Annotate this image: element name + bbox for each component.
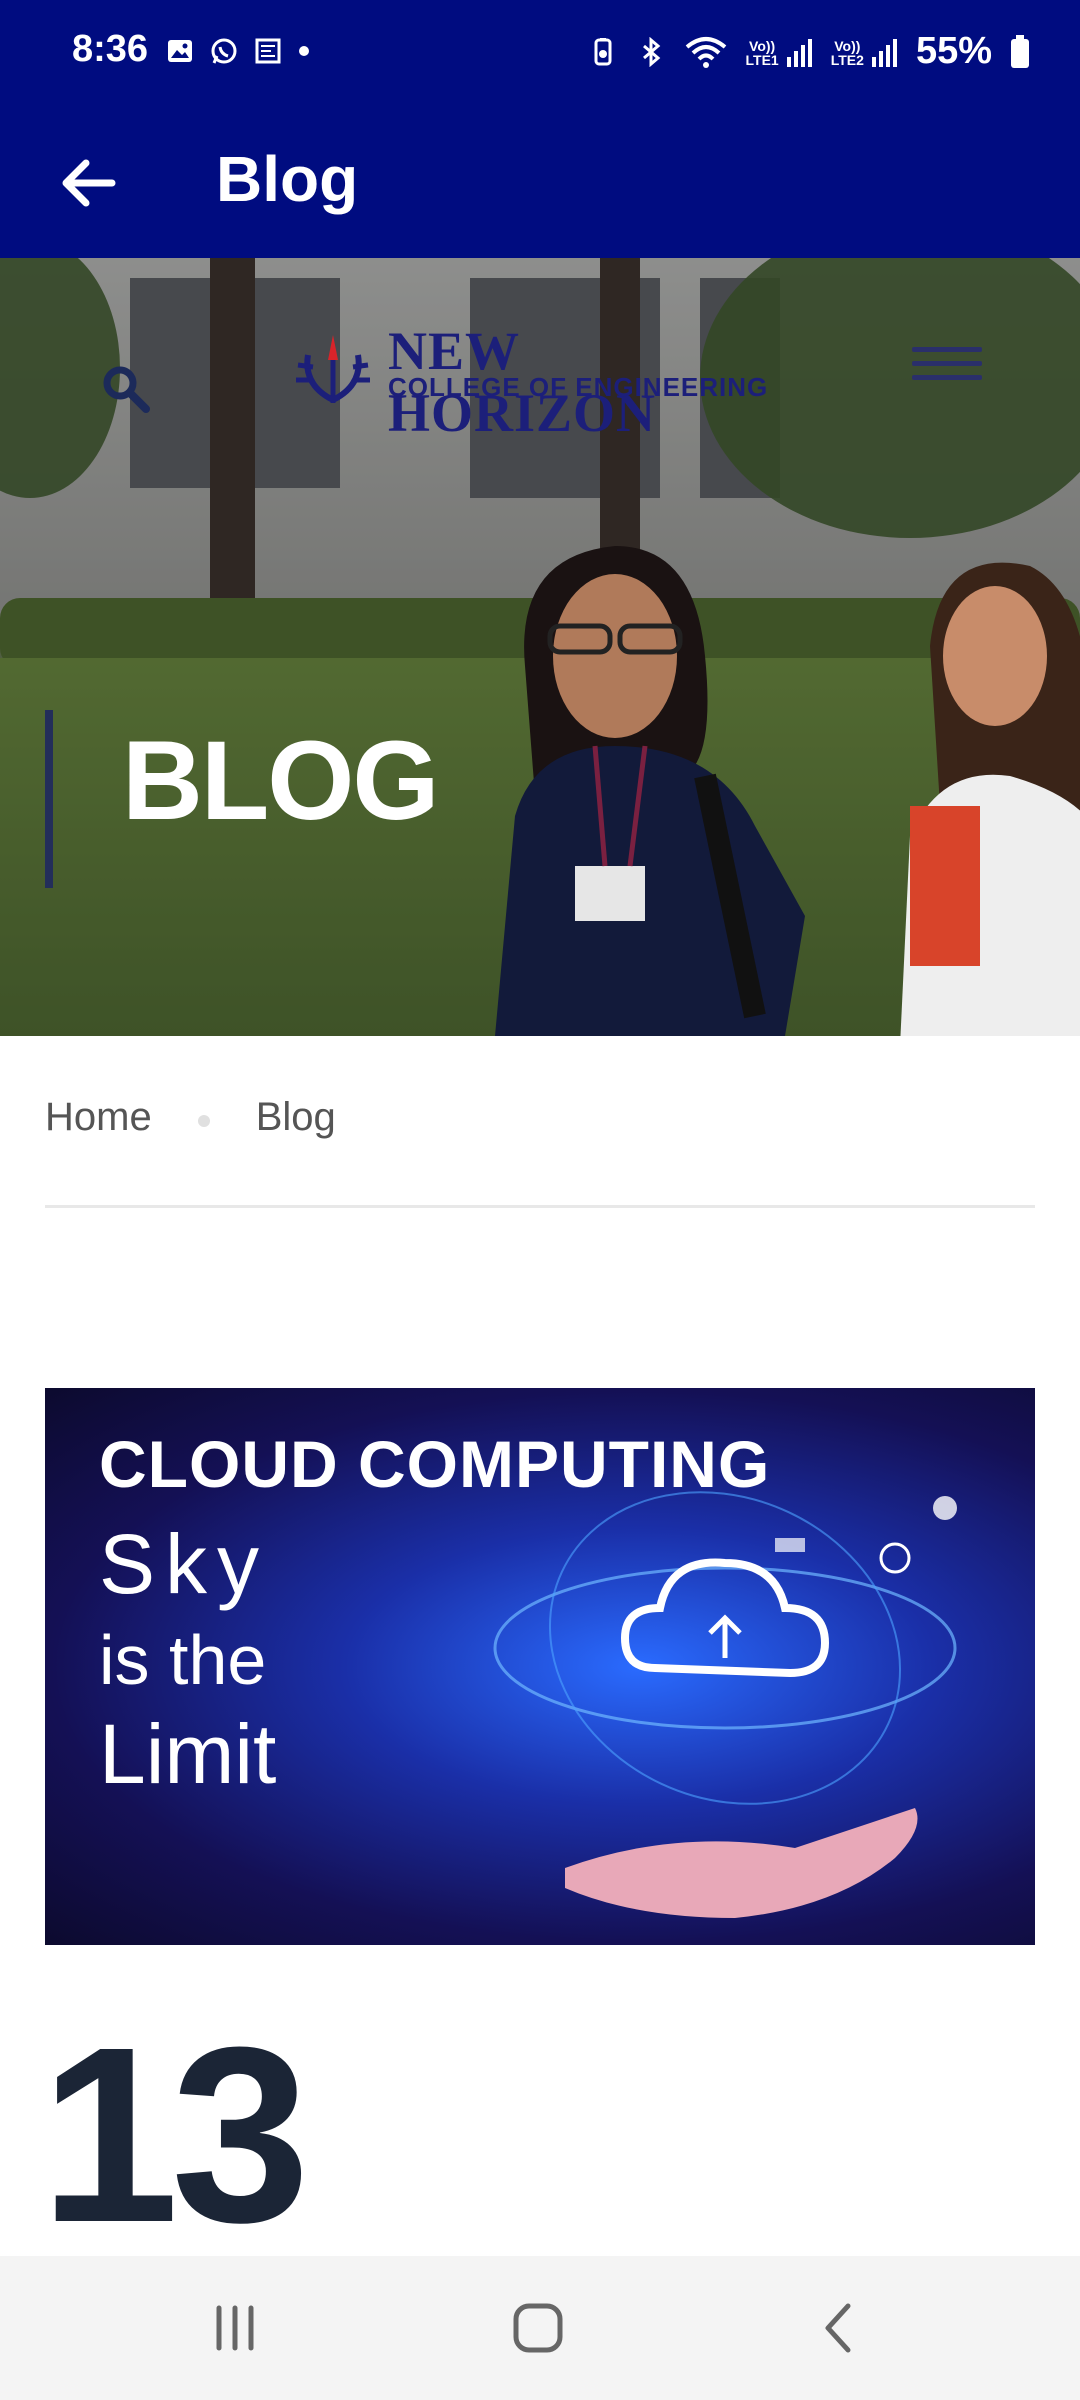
volte-label: Vo))	[749, 37, 776, 54]
app-notification-icon	[255, 38, 281, 64]
student-illustration	[495, 546, 805, 1036]
wifi-icon	[685, 36, 726, 68]
logo-subtitle: COLLEGE OF ENGINEERING	[388, 372, 769, 402]
divider	[45, 1205, 1035, 1208]
heading-accent-bar	[45, 710, 53, 888]
post-image-line-2: is the	[99, 1621, 267, 1699]
post-date-day: 13	[40, 1995, 310, 2274]
arrow-left-icon[interactable]	[52, 148, 122, 218]
system-icons: Vo)) LTE1 Vo)) LTE2 55%	[588, 30, 1030, 73]
status-bar: 8:36 Vo)) LTE1 Vo)) LTE2 55%	[0, 0, 1080, 110]
breadcrumb-separator	[197, 1114, 210, 1127]
gallery-icon	[168, 40, 192, 62]
post-image-title: CLOUD COMPUTING	[99, 1427, 771, 1501]
signal-sim1: Vo)) LTE1	[746, 37, 813, 67]
battery-percent: 55%	[915, 30, 992, 72]
recents-icon[interactable]	[205, 2298, 265, 2358]
bluetooth-icon	[642, 36, 660, 67]
post-featured-image[interactable]: CLOUD COMPUTING Sky is the Limit	[45, 1388, 1035, 1945]
back-icon[interactable]	[810, 2298, 870, 2358]
dot-icon	[299, 46, 309, 56]
cloud-hand-illustration	[493, 1491, 957, 1918]
system-nav-bar	[0, 2256, 1080, 2400]
battery-saver-icon	[594, 37, 612, 65]
hero-heading: BLOG	[122, 718, 440, 843]
home-icon[interactable]	[508, 2298, 568, 2358]
breadcrumb-home[interactable]: Home	[45, 1095, 152, 1140]
post-image-line-3: Limit	[99, 1707, 277, 1801]
breadcrumb: Home Blog	[45, 1095, 336, 1140]
notification-icons	[165, 36, 311, 66]
hamburger-menu-icon[interactable]	[912, 338, 982, 389]
lte1-label: LTE1	[745, 51, 779, 68]
battery-icon	[1011, 34, 1029, 68]
signal-sim2: Vo)) LTE2	[831, 37, 898, 67]
search-icon[interactable]	[100, 363, 152, 415]
hero-banner: NEW HORIZON COLLEGE OF ENGINEERING BLOG	[0, 258, 1080, 1036]
college-logo[interactable]: NEW HORIZON COLLEGE OF ENGINEERING	[288, 320, 778, 443]
signal-bars-1-icon	[786, 38, 812, 67]
signal-bars-2-icon	[871, 38, 897, 67]
whatsapp-icon	[211, 38, 237, 64]
student-illustration-2	[900, 562, 1080, 1036]
app-bar: Blog	[0, 110, 1080, 258]
breadcrumb-current: Blog	[255, 1095, 336, 1139]
status-time: 8:36	[72, 28, 149, 70]
lte2-label: LTE2	[830, 51, 864, 68]
page-title: Blog	[216, 143, 359, 215]
volte-label-2: Vo))	[834, 37, 861, 54]
logo-emblem-icon	[296, 335, 370, 403]
post-image-line-1: Sky	[99, 1517, 270, 1611]
